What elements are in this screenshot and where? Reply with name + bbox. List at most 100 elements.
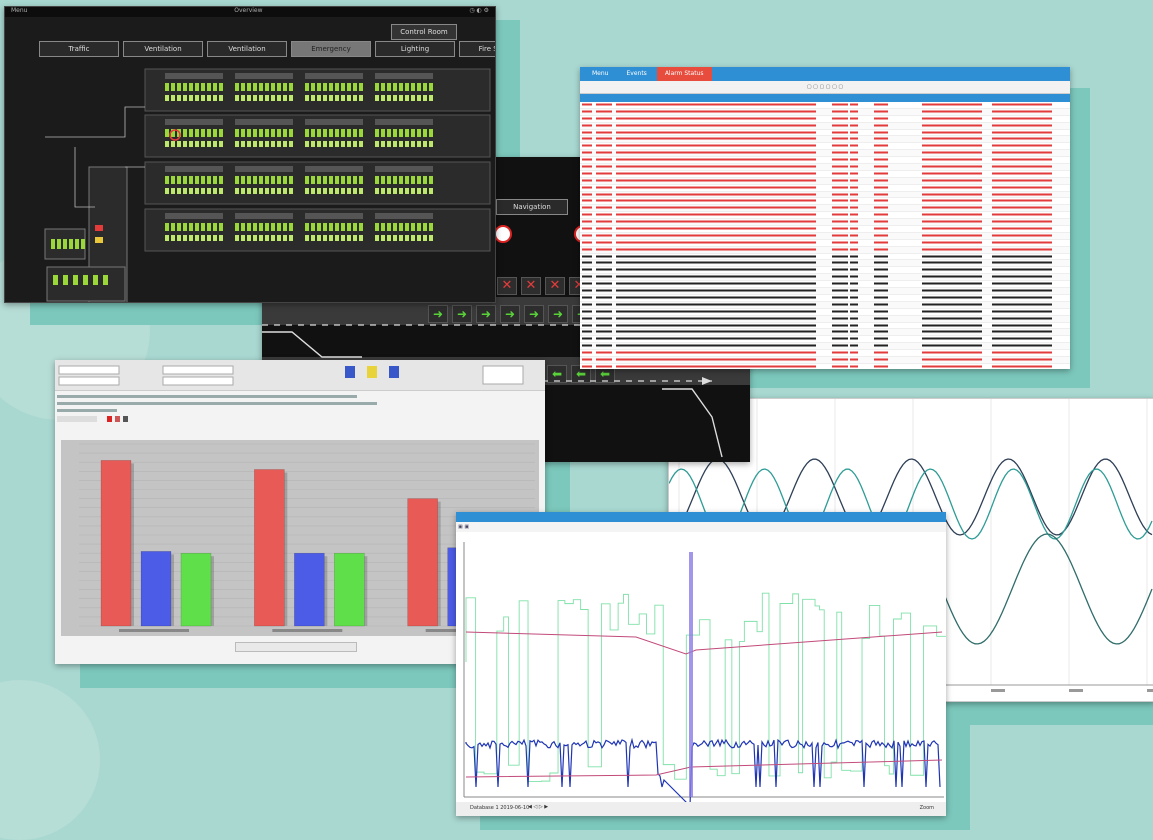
device-indicator <box>177 141 181 147</box>
device-indicator <box>241 188 245 194</box>
alarm-row[interactable] <box>580 177 1070 185</box>
device-indicator <box>335 223 339 231</box>
alarm-cell <box>992 227 1052 230</box>
section-header <box>235 166 293 172</box>
alarm-row[interactable] <box>580 232 1070 240</box>
alarm-cell <box>582 296 592 299</box>
toolbar[interactable] <box>55 360 545 391</box>
alarm-row-content <box>582 179 1052 182</box>
database-label: Database 1 2019-06-10 <box>470 805 530 811</box>
alarm-row[interactable] <box>580 143 1070 151</box>
device-indicator <box>277 188 281 194</box>
alarm-row[interactable] <box>580 329 1070 337</box>
title-bar <box>456 512 946 522</box>
alarm-row[interactable] <box>580 288 1070 295</box>
alarm-row[interactable] <box>580 350 1070 357</box>
alarm-cell <box>850 261 858 264</box>
alarm-row[interactable] <box>580 260 1070 268</box>
alarm-row[interactable] <box>580 226 1070 233</box>
alarm-row[interactable] <box>580 102 1070 109</box>
alarm-cell <box>922 275 982 278</box>
device-indicator <box>271 95 275 101</box>
alarm-cell <box>582 310 592 313</box>
alarm-cell <box>832 220 848 223</box>
trend-toolbar[interactable]: ▣ ▣ <box>456 522 946 532</box>
alarm-row[interactable] <box>580 281 1070 289</box>
device-indicator <box>201 235 205 241</box>
alarm-row[interactable] <box>580 122 1070 130</box>
device-indicator <box>201 223 205 231</box>
alarm-cell <box>832 227 848 230</box>
alarm-row[interactable] <box>580 294 1070 302</box>
zoom-label[interactable]: Zoom <box>920 805 934 811</box>
tab-events[interactable]: Events <box>618 67 654 81</box>
device-indicator <box>347 176 351 184</box>
alarm-row[interactable] <box>580 129 1070 137</box>
alarm-cell <box>850 193 858 196</box>
device-indicator <box>405 129 409 137</box>
alarm-row[interactable] <box>580 164 1070 171</box>
alarm-cell <box>874 213 888 216</box>
device-indicator <box>235 141 239 147</box>
alarm-row[interactable] <box>580 108 1070 116</box>
alarm-row[interactable] <box>580 322 1070 330</box>
device-indicator <box>411 188 415 194</box>
device-indicator <box>265 223 269 231</box>
alarm-toolbar[interactable]: ▢ ▢ ▢ ▢ ▢ ▢ <box>580 81 1070 94</box>
alarm-row[interactable] <box>580 274 1070 282</box>
alarm-row[interactable] <box>580 267 1070 275</box>
alarm-cell <box>596 234 612 237</box>
alarm-cell <box>992 103 1052 106</box>
alarm-cell <box>874 117 888 120</box>
section-header <box>305 166 363 172</box>
alarm-cell <box>832 324 848 326</box>
alarm-row[interactable] <box>580 136 1070 144</box>
device-indicator <box>235 223 239 231</box>
alarm-row[interactable] <box>580 343 1070 351</box>
alarm-row[interactable] <box>580 205 1070 213</box>
alarm-cell <box>582 282 592 285</box>
alarm-row[interactable] <box>580 115 1070 123</box>
alarm-row[interactable] <box>580 150 1070 158</box>
device-indicator <box>423 176 427 184</box>
device-indicator <box>429 223 433 231</box>
alarm-row[interactable] <box>580 315 1070 323</box>
device-indicator <box>241 176 245 184</box>
alarm-row[interactable] <box>580 191 1070 199</box>
device-indicator <box>219 188 223 194</box>
device-indicator <box>265 176 269 184</box>
trend-line-blue <box>465 737 941 808</box>
alarm-cell <box>616 234 816 237</box>
alarm-row-content <box>582 317 1052 320</box>
alarm-row[interactable] <box>580 308 1070 316</box>
alarm-cell <box>596 206 612 209</box>
alarm-cell <box>596 172 612 175</box>
alarm-row[interactable] <box>580 363 1070 369</box>
x-tick-label <box>1147 689 1153 692</box>
device-indicator <box>399 95 403 101</box>
device-indicator <box>353 188 357 194</box>
tab-alarm-status[interactable]: Alarm Status <box>656 67 712 81</box>
alarm-row[interactable] <box>580 246 1070 254</box>
tab-menu[interactable]: Menu <box>584 67 616 81</box>
alarm-row-content <box>582 144 1052 147</box>
device-indicator <box>375 141 379 147</box>
toolbar-controls[interactable] <box>55 360 545 390</box>
alarm-row[interactable] <box>580 239 1070 247</box>
alarm-row[interactable] <box>580 253 1070 261</box>
alarm-row[interactable] <box>580 184 1070 192</box>
alarm-row[interactable] <box>580 219 1070 227</box>
playback-controls[interactable]: ◀ ◁ ▷ ▶ <box>528 804 548 810</box>
device-indicator <box>423 235 427 241</box>
alarm-row[interactable] <box>580 157 1070 165</box>
alarm-row[interactable] <box>580 336 1070 344</box>
device-indicator <box>277 235 281 241</box>
alarm-row[interactable] <box>580 198 1070 206</box>
device-indicator <box>73 275 78 285</box>
alarm-row[interactable] <box>580 356 1070 364</box>
x-tick-label <box>991 689 1005 692</box>
alarm-row[interactable] <box>580 170 1070 178</box>
alarm-row[interactable] <box>580 212 1070 220</box>
alarm-cell <box>922 241 982 244</box>
alarm-row[interactable] <box>580 301 1070 309</box>
